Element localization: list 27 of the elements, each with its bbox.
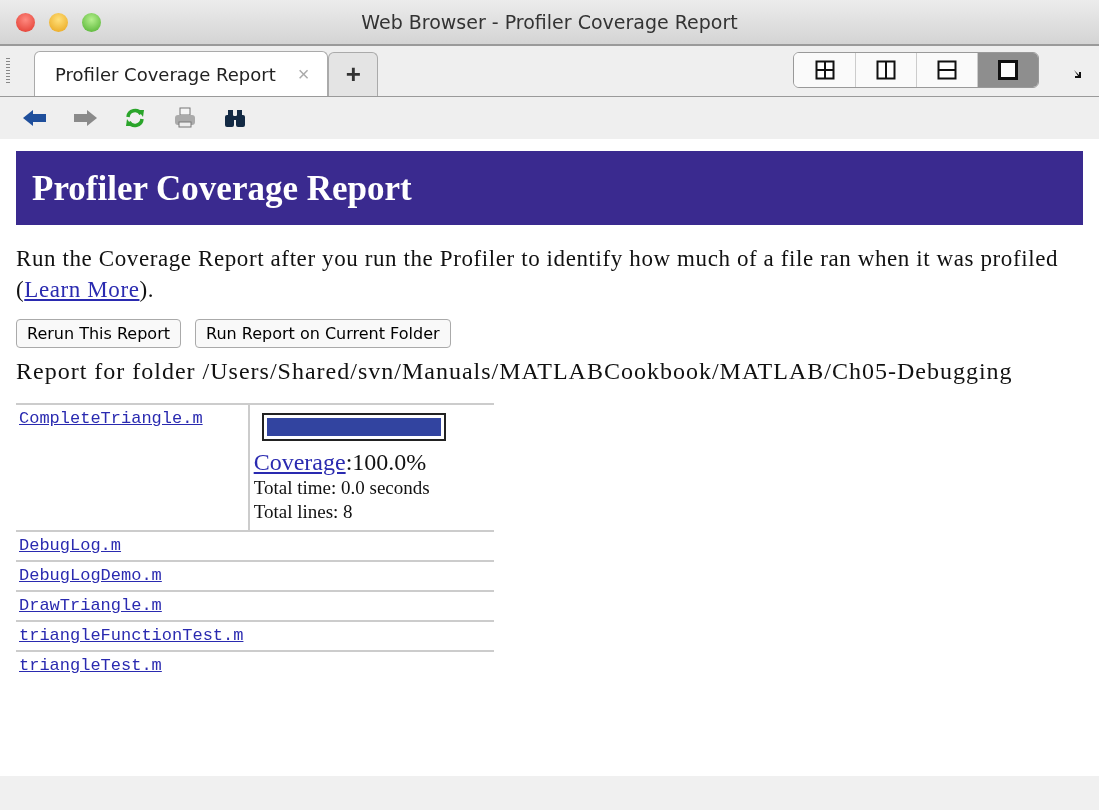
report-button[interactable]: Rerun This Report (16, 319, 181, 348)
window-title: Web Browser - Profiler Coverage Report (361, 11, 738, 33)
folder-path: Report for folder /Users/Shared/svn/Manuals/MATLABCookbook/MATLAB/Ch05-Debugging (16, 358, 1014, 385)
grid-icon (814, 60, 835, 80)
rows-icon (937, 60, 957, 80)
file-link[interactable]: triangleTest.m (19, 656, 162, 675)
square-icon (998, 60, 1018, 80)
total-lines: Total lines: 8 (253, 500, 354, 524)
new-tab-button[interactable]: + (328, 52, 379, 96)
report-button[interactable]: Run Report on Current Folder (195, 319, 451, 348)
coverage-link[interactable]: Coverage (253, 449, 346, 475)
file-link[interactable]: DebugLogDemo.m (19, 566, 162, 585)
file-link[interactable]: DebugLog.m (19, 536, 122, 555)
close-window-button[interactable] (16, 13, 35, 32)
total-time: Total time: 0.0 seconds (253, 476, 431, 500)
file-link[interactable]: triangleFunctionTest.m (19, 626, 244, 645)
learn-more-link[interactable]: Learn More (24, 277, 140, 302)
grip-handle[interactable] (6, 58, 10, 84)
coverage-value: Coverage:100.0% (253, 449, 428, 476)
report-heading: Profiler Coverage Report (16, 151, 1083, 225)
columns-icon (876, 60, 896, 80)
layout-button[interactable] (977, 53, 1038, 87)
intro-paragraph: Run the Coverage Report after you run the Profiler to identify how much of a file ran when it was profiled (Learn More). (16, 245, 1060, 304)
file-link[interactable]: CompleteTriangle.m (19, 409, 203, 428)
file-link[interactable]: DrawTriangle.m (19, 596, 162, 615)
tab-label: Profiler Coverage Report (55, 63, 276, 85)
tab[interactable]: Profiler Coverage Report × (34, 51, 329, 96)
